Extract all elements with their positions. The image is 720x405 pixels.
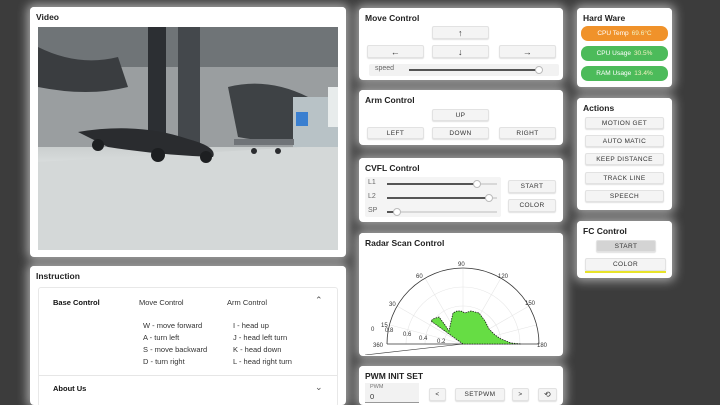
radius-label-08: 0.8 <box>385 328 394 334</box>
move-down-button[interactable]: ↓ <box>432 45 489 58</box>
pwm-prev-button[interactable]: < <box>429 388 446 401</box>
l2-slider[interactable] <box>387 194 497 202</box>
move-control-title: Move Control <box>359 8 563 24</box>
chevron-up-icon[interactable]: ⌃ <box>315 295 323 306</box>
radius-label-06: 0.6 <box>403 332 412 338</box>
speech-button[interactable]: SPEECH <box>585 190 664 202</box>
cpu-temp-value: 69.6°C <box>631 30 652 37</box>
cvfl-control-title: CVFL Control <box>359 158 563 174</box>
l2-slider-knob[interactable] <box>485 194 493 202</box>
l1-slider-knob[interactable] <box>473 180 481 188</box>
cpu-usage-badge: CPU Usage 30.5% <box>581 46 668 61</box>
video-scene <box>38 27 338 250</box>
arm-left-button[interactable]: LEFT <box>367 127 424 139</box>
about-us-header[interactable]: About Us <box>53 384 86 393</box>
ram-usage-value: 13.4% <box>634 70 653 77</box>
speed-slider-knob[interactable] <box>535 66 543 74</box>
sp-slider[interactable] <box>387 208 497 216</box>
arm-control-title: Arm Control <box>359 90 563 106</box>
arm-down-button[interactable]: DOWN <box>432 127 489 139</box>
arm-line-j: J - head left turn <box>233 333 288 342</box>
ram-usage-label: RAM Usage <box>596 70 632 77</box>
fc-control-panel: FC Control START COLOR <box>577 221 672 278</box>
arm-up-button[interactable]: UP <box>432 109 489 121</box>
arm-right-button[interactable]: RIGHT <box>499 127 556 139</box>
hardware-panel: Hard Ware CPU Temp 69.6°C CPU Usage 30.5… <box>577 8 672 87</box>
move-line-a: A - turn left <box>143 333 180 342</box>
arm-line-i: I - head up <box>233 321 269 330</box>
l1-slider[interactable] <box>387 180 497 188</box>
arm-control-panel: Arm Control UP LEFT DOWN RIGHT <box>359 90 563 145</box>
cvfl-color-button[interactable]: COLOR <box>508 199 556 212</box>
hardware-title: Hard Ware <box>577 8 672 24</box>
fc-color-underline <box>585 271 666 273</box>
sp-label: SP <box>368 207 378 214</box>
pwm-next-button[interactable]: > <box>512 388 529 401</box>
radar-title: Radar Scan Control <box>359 233 563 249</box>
auto-matic-button[interactable]: AUTO MATIC <box>585 135 664 147</box>
move-up-button[interactable]: ↑ <box>432 26 489 39</box>
fc-start-button[interactable]: START <box>596 240 656 252</box>
speed-slider[interactable] <box>409 66 543 74</box>
arm-line-l: L - head right turn <box>233 357 292 366</box>
pwm-field[interactable]: PWM 0 <box>365 383 419 403</box>
cvfl-control-panel: CVFL Control L1 L2 SP START COLOR <box>359 158 563 222</box>
cvfl-start-button[interactable]: START <box>508 180 556 193</box>
angle-label-120: 120 <box>498 274 509 280</box>
angle-label-180: 180 <box>537 343 548 349</box>
cpu-temp-badge: CPU Temp 69.6°C <box>581 26 668 41</box>
instruction-title: Instruction <box>30 266 346 282</box>
fc-color-button[interactable]: COLOR <box>585 258 666 271</box>
tab-move-control[interactable]: Move Control <box>139 298 184 307</box>
instruction-panel: Instruction Base Control Move Control Ar… <box>30 266 346 405</box>
fc-control-title: FC Control <box>577 221 672 237</box>
pwm-reset-icon[interactable]: ⟲ <box>538 388 557 401</box>
radius-label-04: 0.4 <box>419 336 428 342</box>
move-line-d: D - turn right <box>143 357 185 366</box>
video-feed <box>38 27 338 250</box>
cpu-temp-label: CPU Temp <box>597 30 629 37</box>
chevron-down-icon[interactable]: ⌄ <box>315 382 323 393</box>
l2-label: L2 <box>368 193 376 200</box>
instruction-body: Base Control Move Control Arm Control ⌃ … <box>38 287 338 405</box>
angle-label-150: 150 <box>525 301 536 307</box>
pwm-field-label: PWM <box>370 384 384 390</box>
l1-label: L1 <box>368 179 376 186</box>
angle-label-60: 60 <box>416 274 423 280</box>
l2-slider-fill <box>387 197 490 199</box>
video-title: Video <box>30 7 346 23</box>
cpu-usage-value: 30.5% <box>633 50 653 57</box>
angle-label-90: 90 <box>458 262 465 268</box>
angle-label-360: 360 <box>373 343 384 349</box>
tab-arm-control[interactable]: Arm Control <box>227 298 267 307</box>
radius-label-02: 0.2 <box>437 339 446 345</box>
sp-slider-knob[interactable] <box>393 208 401 216</box>
l1-slider-fill <box>387 183 478 185</box>
keep-distance-button[interactable]: KEEP DISTANCE <box>585 153 664 165</box>
move-left-button[interactable]: ← <box>367 45 424 58</box>
tab-base-control[interactable]: Base Control <box>53 298 100 307</box>
move-right-button[interactable]: → <box>499 45 556 58</box>
actions-panel: Actions MOTION GET AUTO MATIC KEEP DISTA… <box>577 98 672 210</box>
arm-line-k: K - head down <box>233 345 282 354</box>
pwm-panel: PWM INIT SET PWM 0 < SETPWM > ⟲ <box>359 366 563 405</box>
pwm-set-button[interactable]: SETPWM <box>455 388 505 401</box>
radar-panel: Radar Scan Control 0 15 30 60 90 120 150 <box>359 233 563 356</box>
move-line-w: W - move forward <box>143 321 203 330</box>
cpu-usage-label: CPU Usage <box>596 50 631 57</box>
speed-slider-fill <box>409 69 539 71</box>
speed-label-text: speed <box>375 65 395 72</box>
actions-title: Actions <box>577 98 672 114</box>
pwm-field-value[interactable]: 0 <box>370 392 374 401</box>
move-line-s: S - move backward <box>143 345 208 354</box>
angle-label-30: 30 <box>389 302 396 308</box>
move-control-panel: Move Control ↑ ← ↓ → speed <box>359 8 563 80</box>
ram-usage-badge: RAM Usage 13.4% <box>581 66 668 81</box>
radar-plot: 0 15 30 60 90 120 150 180 360 0.2 0.4 0.… <box>364 253 557 355</box>
video-panel: Video <box>30 7 346 257</box>
motion-get-button[interactable]: MOTION GET <box>585 117 664 129</box>
divider <box>39 375 337 376</box>
pwm-title: PWM INIT SET <box>359 366 563 382</box>
track-line-button[interactable]: TRACK LINE <box>585 172 664 184</box>
